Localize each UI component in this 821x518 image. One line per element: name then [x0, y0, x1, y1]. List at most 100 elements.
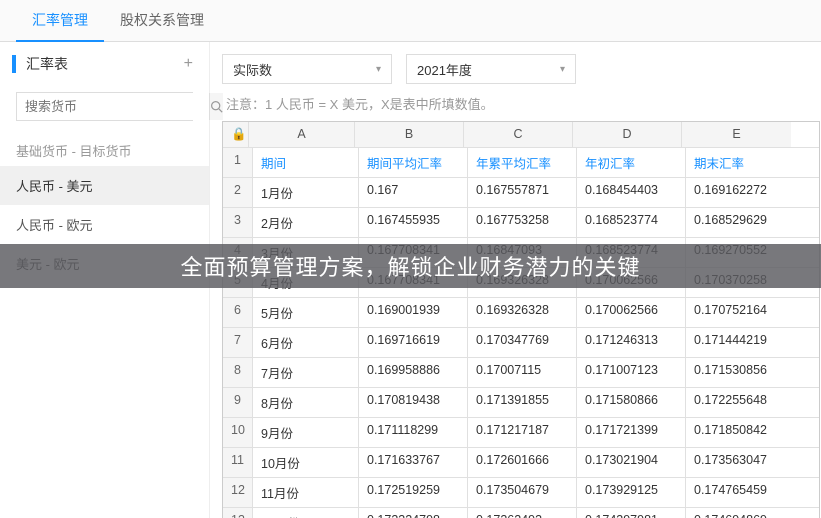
cell-period[interactable]: 12月份 [253, 508, 359, 518]
cell-value[interactable]: 0.172601666 [468, 448, 577, 477]
row-num: 7 [223, 328, 253, 357]
row-num: 12 [223, 478, 253, 507]
cell-period[interactable]: 10月份 [253, 448, 359, 477]
chevron-down-icon: ▾ [560, 64, 565, 75]
grid-header-row: 1 期间 期间平均汇率 年累平均汇率 年初汇率 期末汇率 [223, 148, 819, 178]
cell-period[interactable]: 9月份 [253, 418, 359, 447]
cell-period[interactable]: 1月份 [253, 178, 359, 207]
cell-value[interactable]: 0.172255648 [686, 388, 795, 417]
table-row[interactable]: 32月份0.1674559350.1677532580.1685237740.1… [223, 208, 819, 238]
table-row[interactable]: 1211月份0.1725192590.1735046790.1739291250… [223, 478, 819, 508]
table-row[interactable]: 98月份0.1708194380.1713918550.1715808660.1… [223, 388, 819, 418]
cell-value[interactable]: 0.17362493 [468, 508, 577, 518]
cell-value[interactable]: 0.173504679 [468, 478, 577, 507]
rate-grid: 🔒 A B C D E 1 期间 期间平均汇率 年累平均汇率 年初汇率 期末汇率… [222, 121, 820, 518]
table-row[interactable]: 21月份0.1670.1675578710.1684544030.1691622… [223, 178, 819, 208]
cell-value[interactable]: 0.174765459 [686, 478, 795, 507]
table-row[interactable]: 65月份0.1690019390.1693263280.1700625660.1… [223, 298, 819, 328]
header-period-avg[interactable]: 期间平均汇率 [359, 148, 468, 177]
cell-value[interactable]: 0.171633767 [359, 448, 468, 477]
cell-value[interactable]: 0.168529629 [686, 208, 795, 237]
cell-value[interactable]: 0.171850842 [686, 418, 795, 447]
cell-value[interactable]: 0.171118299 [359, 418, 468, 447]
search-input[interactable] [17, 93, 209, 120]
col-label: A [249, 122, 355, 147]
cell-value[interactable]: 0.171391855 [468, 388, 577, 417]
cell-value[interactable]: 0.171530856 [686, 358, 795, 387]
type-select[interactable]: 实际数 ▾ [222, 54, 392, 84]
table-row[interactable]: 1110月份0.1716337670.1726016660.1730219040… [223, 448, 819, 478]
top-tabs: 汇率管理 股权关系管理 [0, 0, 821, 42]
cell-value[interactable]: 0.169958886 [359, 358, 468, 387]
cell-value[interactable]: 0.171721399 [577, 418, 686, 447]
row-num: 6 [223, 298, 253, 327]
tab-rate-mgmt[interactable]: 汇率管理 [16, 0, 104, 42]
overlay-banner: 全面预算管理方案，解锁企业财务潜力的关键 [0, 244, 821, 288]
row-num: 10 [223, 418, 253, 447]
lock-icon: 🔒 [223, 122, 249, 147]
cell-value[interactable]: 0.167455935 [359, 208, 468, 237]
cell-value[interactable]: 0.171444219 [686, 328, 795, 357]
cell-value[interactable]: 0.167 [359, 178, 468, 207]
overlay-text: 全面预算管理方案，解锁企业财务潜力的关键 [180, 250, 640, 282]
table-row[interactable]: 1312月份0.1733247980.173624930.1743979810.… [223, 508, 819, 518]
controls: 实际数 ▾ 2021年度 ▾ [222, 54, 821, 84]
cell-value[interactable]: 0.170062566 [577, 298, 686, 327]
row-num: 3 [223, 208, 253, 237]
sidebar-header: 汇率表 + [0, 54, 209, 84]
year-select-value: 2021年度 [417, 60, 472, 79]
cell-value[interactable]: 0.170752164 [686, 298, 795, 327]
row-num: 1 [223, 148, 253, 177]
table-row[interactable]: 76月份0.1697166190.1703477690.1712463130.1… [223, 328, 819, 358]
note-text: 注意：1 人民币 = X 美元，X是表中所填数值。 [226, 94, 821, 113]
sidebar-title: 汇率表 [12, 54, 68, 74]
pair-item-cny-eur[interactable]: 人民币 - 欧元 [0, 205, 209, 244]
plus-icon[interactable]: + [184, 55, 193, 73]
cell-period[interactable]: 6月份 [253, 328, 359, 357]
cell-value[interactable]: 0.171217187 [468, 418, 577, 447]
cell-value[interactable]: 0.174694869 [686, 508, 795, 518]
header-year-start[interactable]: 年初汇率 [577, 148, 686, 177]
cell-value[interactable]: 0.171007123 [577, 358, 686, 387]
cell-value[interactable]: 0.169001939 [359, 298, 468, 327]
year-select[interactable]: 2021年度 ▾ [406, 54, 576, 84]
cell-value[interactable]: 0.169162272 [686, 178, 795, 207]
row-num: 9 [223, 388, 253, 417]
cell-value[interactable]: 0.170347769 [468, 328, 577, 357]
cell-value[interactable]: 0.172519259 [359, 478, 468, 507]
cell-value[interactable]: 0.174397981 [577, 508, 686, 518]
row-num: 11 [223, 448, 253, 477]
cell-value[interactable]: 0.168454403 [577, 178, 686, 207]
col-label: E [682, 122, 791, 147]
cell-value[interactable]: 0.167557871 [468, 178, 577, 207]
cell-value[interactable]: 0.173324798 [359, 508, 468, 518]
sidebar-title-text: 汇率表 [26, 54, 68, 74]
cell-value[interactable]: 0.169326328 [468, 298, 577, 327]
chevron-down-icon: ▾ [376, 64, 381, 75]
header-year-avg[interactable]: 年累平均汇率 [468, 148, 577, 177]
cell-period[interactable]: 11月份 [253, 478, 359, 507]
col-label: D [573, 122, 682, 147]
cell-period[interactable]: 5月份 [253, 298, 359, 327]
table-row[interactable]: 87月份0.1699588860.170071150.1710071230.17… [223, 358, 819, 388]
cell-period[interactable]: 8月份 [253, 388, 359, 417]
cell-period[interactable]: 7月份 [253, 358, 359, 387]
search-box [16, 92, 193, 121]
cell-period[interactable]: 2月份 [253, 208, 359, 237]
tab-equity-mgmt[interactable]: 股权关系管理 [104, 0, 220, 41]
cell-value[interactable]: 0.170819438 [359, 388, 468, 417]
cell-value[interactable]: 0.167753258 [468, 208, 577, 237]
cell-value[interactable]: 0.168523774 [577, 208, 686, 237]
header-period[interactable]: 期间 [253, 148, 359, 177]
header-period-end[interactable]: 期末汇率 [686, 148, 795, 177]
row-num: 13 [223, 508, 253, 518]
cell-value[interactable]: 0.17007115 [468, 358, 577, 387]
cell-value[interactable]: 0.173021904 [577, 448, 686, 477]
cell-value[interactable]: 0.171580866 [577, 388, 686, 417]
pair-item-cny-usd[interactable]: 人民币 - 美元 [0, 166, 209, 205]
cell-value[interactable]: 0.173563047 [686, 448, 795, 477]
cell-value[interactable]: 0.171246313 [577, 328, 686, 357]
table-row[interactable]: 109月份0.1711182990.1712171870.1717213990.… [223, 418, 819, 448]
cell-value[interactable]: 0.169716619 [359, 328, 468, 357]
cell-value[interactable]: 0.173929125 [577, 478, 686, 507]
